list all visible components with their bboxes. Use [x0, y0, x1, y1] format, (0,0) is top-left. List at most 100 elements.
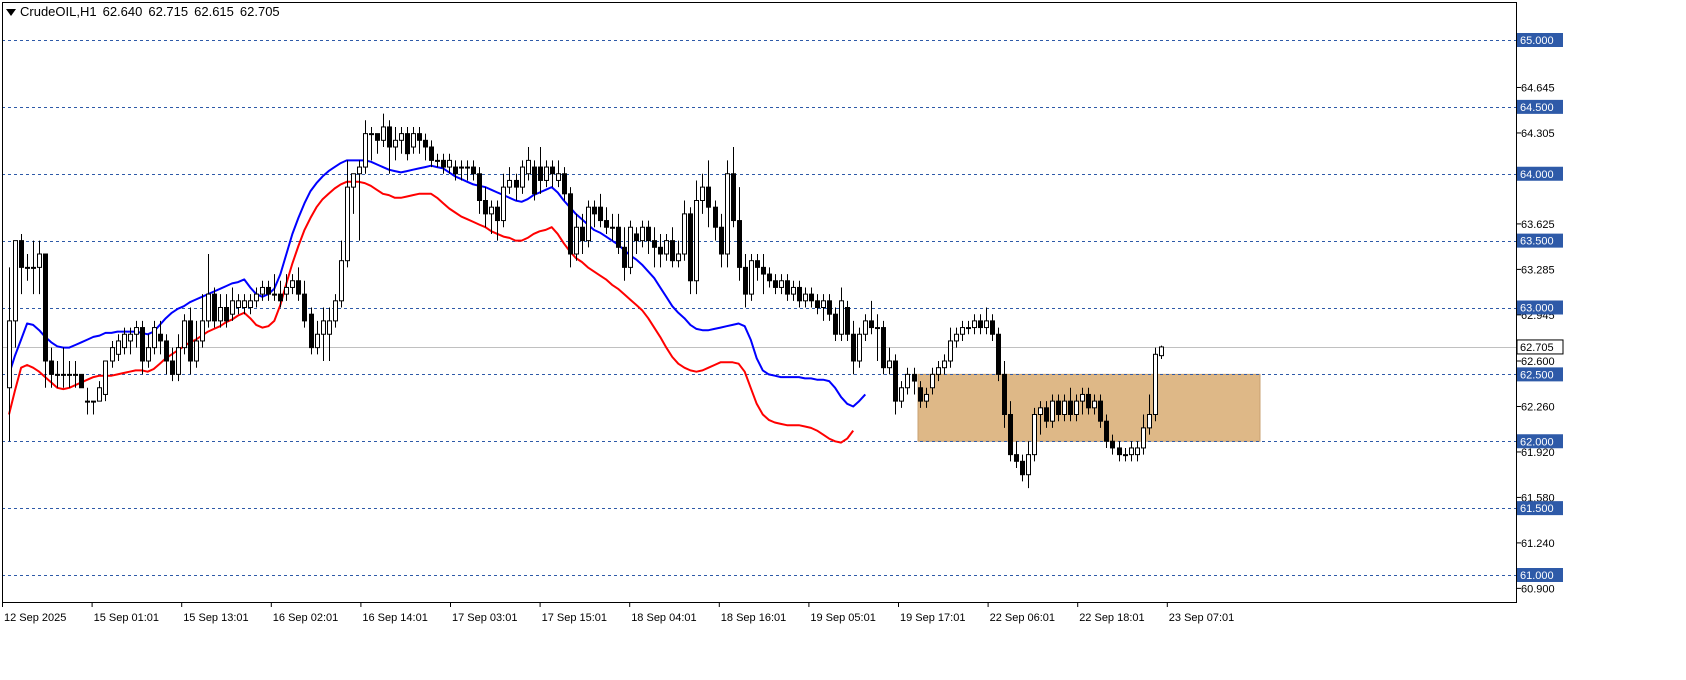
candle-body-bull	[791, 286, 796, 295]
candle	[79, 373, 84, 389]
candle-body-bear	[1056, 400, 1061, 415]
candle-body-bear	[19, 240, 24, 268]
candle-body-bear	[646, 226, 651, 242]
candle-body-bull	[85, 400, 90, 403]
ohlc-open: 62.640	[102, 4, 143, 19]
candle-body-bear	[616, 226, 621, 248]
candle-body-bear	[743, 266, 748, 295]
candle	[309, 307, 314, 355]
candle-body-bear	[881, 327, 886, 369]
candle-body-bull	[200, 320, 205, 342]
time-tick-label: 22 Sep 06:01	[990, 612, 1055, 624]
candle-body-bear	[809, 293, 814, 302]
candlestick-chart[interactable]: 64.64564.30563.62563.28562.94562.60062.2…	[0, 0, 1686, 675]
candle-body-bear	[1014, 454, 1019, 462]
candle-body-bull	[972, 320, 977, 329]
candle-body-bull	[218, 307, 223, 322]
candle-body-bull	[381, 126, 386, 141]
candle-body-bear	[1068, 400, 1073, 415]
time-tick-label: 18 Sep 04:01	[631, 612, 696, 624]
candle-body-bull	[664, 240, 669, 255]
candle-body-bull	[315, 333, 320, 349]
candle-body-bear	[797, 286, 802, 302]
candle-body-bull	[465, 166, 470, 169]
candle-body-bull	[887, 360, 892, 369]
candle-body-bull	[1026, 454, 1031, 476]
candle-body-bear	[477, 173, 482, 201]
time-tick-label: 17 Sep 15:01	[542, 612, 607, 624]
candle-body-bull	[103, 360, 108, 395]
candle	[996, 327, 1001, 382]
time-tick-label: 15 Sep 13:01	[183, 612, 248, 624]
candle-body-bear	[592, 206, 597, 215]
candle-body-bull	[676, 253, 681, 262]
candle-body-bull	[863, 320, 868, 335]
candle-body-bull	[61, 373, 66, 376]
candle-body-bull	[260, 286, 265, 295]
candle-body-bear	[978, 320, 983, 329]
candle-body-bear	[996, 333, 1001, 375]
candle-body-bull	[182, 320, 187, 349]
collapse-triangle-icon[interactable]	[6, 9, 16, 17]
candle-body-bull	[110, 347, 115, 362]
candle-body-bear	[719, 226, 724, 255]
candle-body-bear	[869, 320, 874, 329]
candle-body-bull	[357, 166, 362, 175]
candle-body-bear	[375, 133, 380, 141]
candle-body-bull	[1092, 400, 1097, 409]
candle-body-bear	[851, 333, 856, 362]
candle-body-bear	[568, 193, 573, 255]
candle-body-bear	[1044, 407, 1049, 422]
candle-body-bull	[875, 327, 880, 330]
candle-body-bear	[405, 133, 410, 155]
candle-body-bear	[622, 246, 627, 268]
candle-body-bear	[845, 307, 850, 335]
candle-body-bull	[116, 340, 121, 355]
candle	[881, 320, 886, 375]
level-price-label: 64.500	[1520, 102, 1554, 114]
candle-body-bull	[1062, 400, 1067, 415]
candle-body-bull	[7, 320, 12, 389]
candle-body-bear	[652, 240, 657, 248]
chart-area[interactable]: 64.645 64.305 63.625 63.285 62.945 62.600 62.2…	[0, 0, 1686, 675]
candle-body-bear	[580, 226, 585, 242]
candle-body-bear	[815, 300, 820, 308]
candle-body-bear	[278, 293, 283, 302]
candle-body-bull	[905, 373, 910, 389]
time-tick-label: 17 Sep 03:01	[452, 612, 517, 624]
level-price-label: 61.500	[1520, 503, 1554, 515]
candle-body-bull	[700, 186, 705, 201]
candle-body-bull	[682, 213, 687, 255]
candle-body-bull	[1074, 400, 1079, 415]
candle-body-bull	[134, 327, 139, 335]
candle-body-bull	[55, 373, 60, 376]
candle-body-bull	[954, 333, 959, 342]
candle-body-bear	[1104, 420, 1109, 442]
time-tick-label: 15 Sep 01:01	[94, 612, 159, 624]
candle-body-bull	[1135, 447, 1140, 456]
candle-body-bull	[363, 133, 368, 168]
candle-body-bull	[942, 360, 947, 369]
candle-body-bull	[411, 133, 416, 148]
candle-body-bear	[761, 266, 766, 275]
candle-body-bull	[839, 300, 844, 335]
candle-body-bull	[1038, 407, 1043, 415]
symbol-timeframe: CrudeOIL,H1	[20, 4, 97, 19]
candle-body-bear	[43, 253, 48, 362]
candle-body-bull	[628, 226, 633, 268]
candle-body-bear	[224, 307, 229, 322]
price-tick-label: 64.645	[1521, 82, 1555, 94]
candle-body-bull	[236, 300, 241, 308]
candle-body-bear	[1117, 447, 1122, 456]
candle-body-bear	[441, 159, 446, 168]
time-tick-label: 22 Sep 18:01	[1079, 612, 1144, 624]
candle-body-bull	[610, 226, 615, 229]
candle-body-bull	[128, 333, 133, 342]
candle-body-bear	[773, 280, 778, 288]
price-tick-label: 64.305	[1521, 128, 1555, 140]
candle-body-bull	[122, 333, 127, 349]
candle-body-bull	[327, 320, 332, 335]
candle-body-bull	[321, 320, 326, 335]
level-price-label: 62.000	[1520, 436, 1554, 448]
candle-body-bull	[779, 280, 784, 288]
